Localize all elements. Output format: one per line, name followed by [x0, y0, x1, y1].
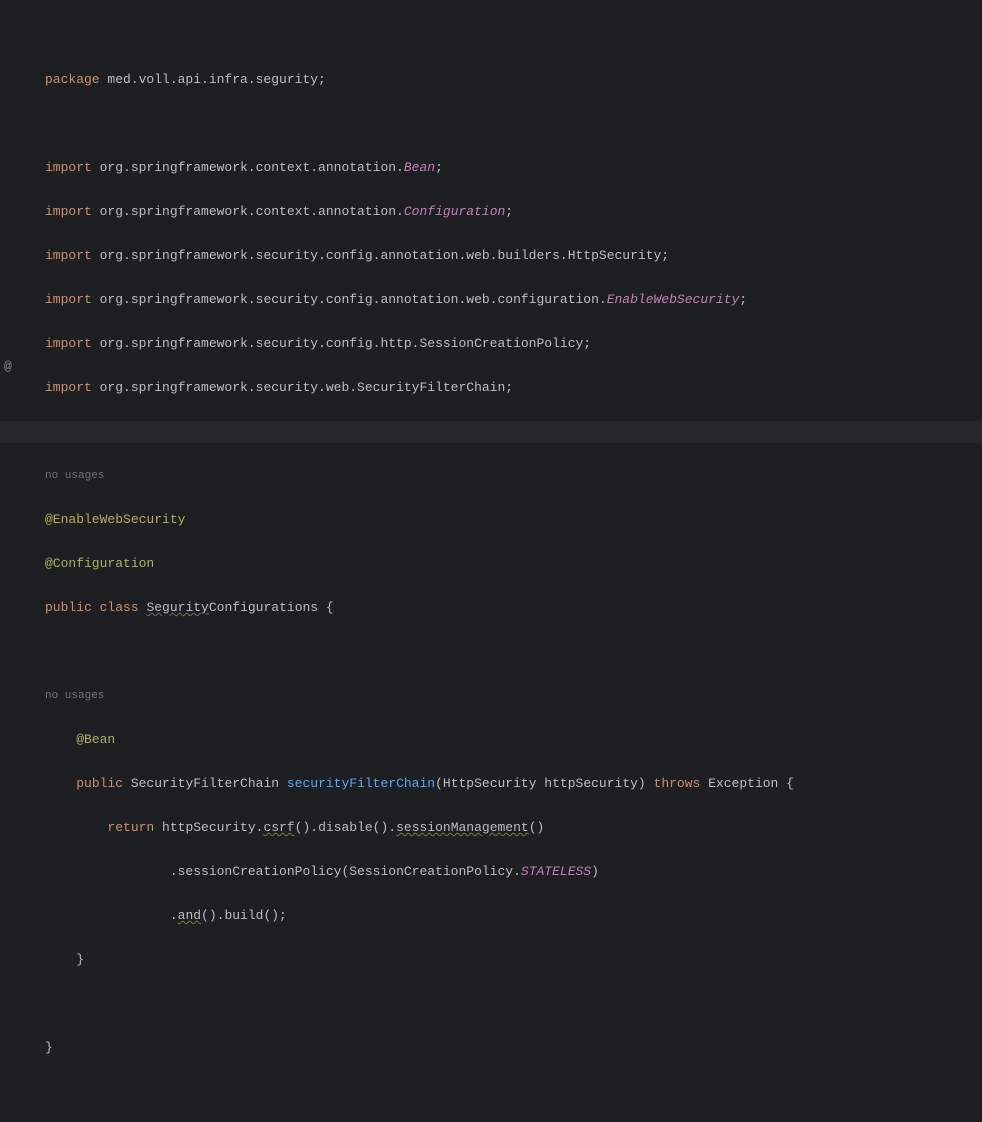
code-line — [45, 993, 982, 1015]
code-line: import org.springframework.context.annot… — [45, 201, 982, 223]
usage-hint[interactable]: no usages — [45, 685, 982, 707]
code-line: .sessionCreationPolicy(SessionCreationPo… — [45, 861, 982, 883]
code-line: public class SegurityConfigurations { — [45, 597, 982, 619]
code-line: .and().build(); — [45, 905, 982, 927]
code-line — [45, 113, 982, 135]
code-line — [45, 421, 982, 443]
code-line: import org.springframework.security.web.… — [45, 377, 982, 399]
code-line: } — [45, 949, 982, 971]
code-line: public SecurityFilterChain securityFilte… — [45, 773, 982, 795]
code-line: import org.springframework.security.conf… — [45, 289, 982, 311]
code-line: @Bean — [45, 729, 982, 751]
gutter-annotation-icon[interactable]: @ — [4, 356, 12, 378]
code-line: return httpSecurity.csrf().disable().ses… — [45, 817, 982, 839]
code-area[interactable]: package med.voll.api.infra.segurity; imp… — [35, 0, 982, 561]
code-line: import org.springframework.security.conf… — [45, 333, 982, 355]
code-line: package med.voll.api.infra.segurity; — [45, 69, 982, 91]
code-line: @Configuration — [45, 553, 982, 575]
code-line: } — [45, 1037, 982, 1059]
code-editor[interactable]: @ package med.voll.api.infra.segurity; i… — [0, 0, 982, 561]
code-line — [45, 641, 982, 663]
usage-hint[interactable]: no usages — [45, 465, 982, 487]
gutter: @ — [0, 0, 35, 561]
code-line: import org.springframework.security.conf… — [45, 245, 982, 267]
code-line: import org.springframework.context.annot… — [45, 157, 982, 179]
code-line: @EnableWebSecurity — [45, 509, 982, 531]
